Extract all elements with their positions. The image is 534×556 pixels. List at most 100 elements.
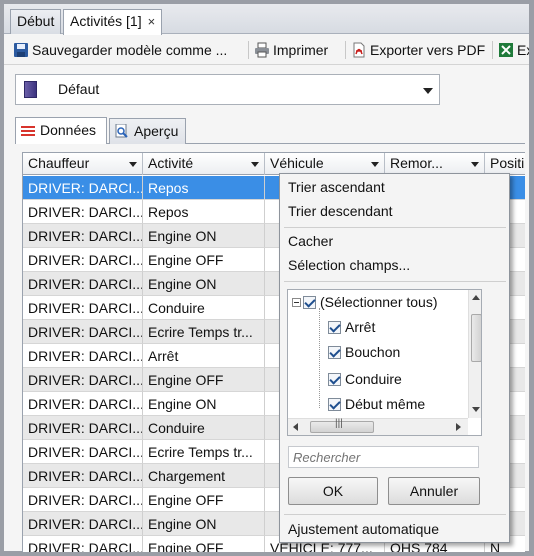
cell-activite: Engine ON — [143, 392, 265, 416]
checkbox-checked-icon[interactable] — [328, 346, 341, 359]
cell-activite: Engine OFF — [143, 536, 265, 552]
cell-chauffeur: DRIVER: DARCI... — [23, 272, 143, 296]
cell-chauffeur: DRIVER: DARCI... — [23, 296, 143, 320]
export-pdf-button[interactable]: Exporter vers PDF — [351, 40, 485, 60]
filter-vertical-scrollbar[interactable] — [468, 290, 481, 418]
tab-label: Début — [17, 13, 55, 29]
filter-option[interactable]: Arrêt — [328, 319, 375, 335]
scroll-right-icon[interactable] — [456, 423, 461, 431]
column-header-chauffeur[interactable]: Chauffeur — [23, 153, 143, 175]
filter-value-tree: (Sélectionner tous) Arrêt Bouchon Condui… — [287, 289, 482, 436]
filter-option[interactable]: Début même — [328, 396, 425, 412]
checkbox-checked-icon[interactable] — [328, 373, 341, 386]
filter-option-label: Bouchon — [345, 344, 401, 360]
export-excel-button[interactable]: Ex — [498, 40, 529, 60]
filter-option[interactable]: Bouchon — [328, 344, 400, 360]
filter-select-all[interactable]: (Sélectionner tous) — [292, 294, 438, 310]
cell-activite: Engine OFF — [143, 488, 265, 512]
collapse-icon[interactable] — [292, 298, 301, 307]
cell-activite: Arrêt — [143, 344, 265, 368]
filter-dropdown-icon[interactable] — [371, 162, 379, 167]
tab-label: Aperçu — [134, 123, 179, 139]
cell-activite: Chargement — [143, 464, 265, 488]
column-header-label: Chauffeur — [28, 155, 90, 171]
export-excel-label: Ex — [517, 42, 529, 58]
cell-chauffeur: DRIVER: DARCI... — [23, 488, 143, 512]
column-header-label: Positi — [490, 155, 525, 171]
tab-label: Activités [1] — [70, 13, 142, 29]
menu-separator — [284, 281, 506, 282]
filter-dropdown-icon[interactable] — [251, 162, 259, 167]
chevron-down-icon[interactable] — [423, 88, 433, 94]
save-template-button[interactable]: Sauvegarder modèle comme ... — [13, 40, 227, 60]
cell-activite: Conduire — [143, 296, 265, 320]
cell-activite: Ecrire Temps tr... — [143, 320, 265, 344]
scroll-thumb[interactable]: ||| — [310, 418, 374, 433]
filter-dropdown-icon[interactable] — [471, 162, 479, 167]
filter-dropdown-icon[interactable] — [129, 162, 137, 167]
column-header-label: Remor... — [390, 155, 443, 171]
cancel-button[interactable]: Annuler — [388, 477, 480, 505]
cell-activite: Repos — [143, 200, 265, 224]
cell-chauffeur: DRIVER: DARCI... — [23, 512, 143, 536]
filter-option-label: Arrêt — [345, 319, 376, 335]
column-header-remorque[interactable]: Remor... — [385, 153, 485, 175]
cell-activite: Ecrire Temps tr... — [143, 440, 265, 464]
list-lines-icon — [21, 126, 35, 136]
preview-magnifier-icon — [115, 124, 128, 138]
scroll-down-icon[interactable] — [472, 407, 480, 412]
layout-book-icon — [24, 81, 37, 98]
filter-horizontal-scrollbar[interactable]: ||| — [288, 418, 468, 435]
checkbox-checked-icon[interactable] — [303, 296, 316, 309]
cell-chauffeur: DRIVER: DARCI... — [23, 200, 143, 224]
menu-item-field-selection[interactable]: Sélection champs... — [288, 257, 410, 273]
column-header-activite[interactable]: Activité — [143, 153, 265, 175]
menu-separator — [284, 227, 506, 228]
cell-chauffeur: DRIVER: DARCI... — [23, 368, 143, 392]
view-tab-strip: Données Aperçu — [15, 115, 525, 144]
menu-item-hide[interactable]: Cacher — [288, 233, 333, 249]
tab-debut[interactable]: Début — [10, 9, 62, 34]
cell-chauffeur: DRIVER: DARCI... — [23, 440, 143, 464]
scroll-grip: ||| — [335, 418, 343, 429]
cell-chauffeur: DRIVER: DARCI... — [23, 176, 143, 200]
ok-button[interactable]: OK — [288, 477, 378, 505]
toolbar-divider — [248, 41, 249, 59]
scroll-thumb[interactable] — [471, 314, 481, 362]
cell-chauffeur: DRIVER: DARCI... — [23, 224, 143, 248]
print-button[interactable]: Imprimer — [254, 40, 328, 60]
save-template-label: Sauvegarder modèle comme ... — [32, 42, 228, 58]
checkbox-checked-icon[interactable] — [328, 398, 341, 411]
cell-chauffeur: DRIVER: DARCI... — [23, 416, 143, 440]
menu-item-sort-ascending[interactable]: Trier ascendant — [288, 179, 385, 195]
tab-apercu[interactable]: Aperçu — [109, 118, 186, 144]
scroll-left-icon[interactable] — [293, 423, 298, 431]
cell-chauffeur: DRIVER: DARCI... — [23, 248, 143, 272]
scroll-up-icon[interactable] — [472, 295, 480, 300]
print-label: Imprimer — [273, 42, 329, 58]
export-pdf-label: Exporter vers PDF — [370, 42, 486, 58]
menu-item-auto-fit[interactable]: Ajustement automatique — [288, 521, 439, 537]
toolbar-divider — [492, 41, 493, 59]
floppy-disk-icon — [14, 43, 28, 57]
filter-select-all-label: (Sélectionner tous) — [320, 294, 438, 310]
tab-activites[interactable]: Activités [1] × — [63, 9, 163, 35]
layout-select[interactable]: Défaut — [15, 74, 440, 105]
column-filter-menu: Trier ascendant Trier descendant Cacher … — [279, 173, 510, 543]
tab-label: Données — [40, 122, 97, 138]
cell-activite: Engine OFF — [143, 368, 265, 392]
cell-activite: Engine ON — [143, 512, 265, 536]
filter-option-label: Conduire — [345, 371, 402, 387]
checkbox-checked-icon[interactable] — [328, 321, 341, 334]
close-icon[interactable]: × — [148, 11, 156, 33]
cell-chauffeur: DRIVER: DARCI... — [23, 464, 143, 488]
layout-select-value: Défaut — [58, 81, 100, 97]
filter-option[interactable]: Conduire — [328, 371, 402, 387]
grid-header: Chauffeur Activité Véhicule Remor... Pos… — [23, 152, 525, 175]
cell-activite: Repos — [143, 176, 265, 200]
column-header-vehicule[interactable]: Véhicule — [265, 153, 385, 175]
menu-item-sort-descending[interactable]: Trier descendant — [288, 203, 393, 219]
filter-search-input[interactable] — [288, 446, 479, 468]
column-header-position[interactable]: Positi — [485, 153, 525, 175]
tab-donnees[interactable]: Données — [15, 117, 107, 144]
